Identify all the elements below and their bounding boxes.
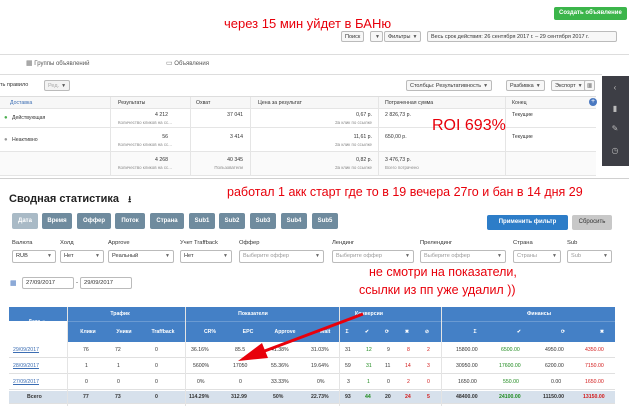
arrow-shaft xyxy=(261,312,364,354)
arrow-annotation xyxy=(238,312,364,361)
arrow-head xyxy=(238,343,268,361)
